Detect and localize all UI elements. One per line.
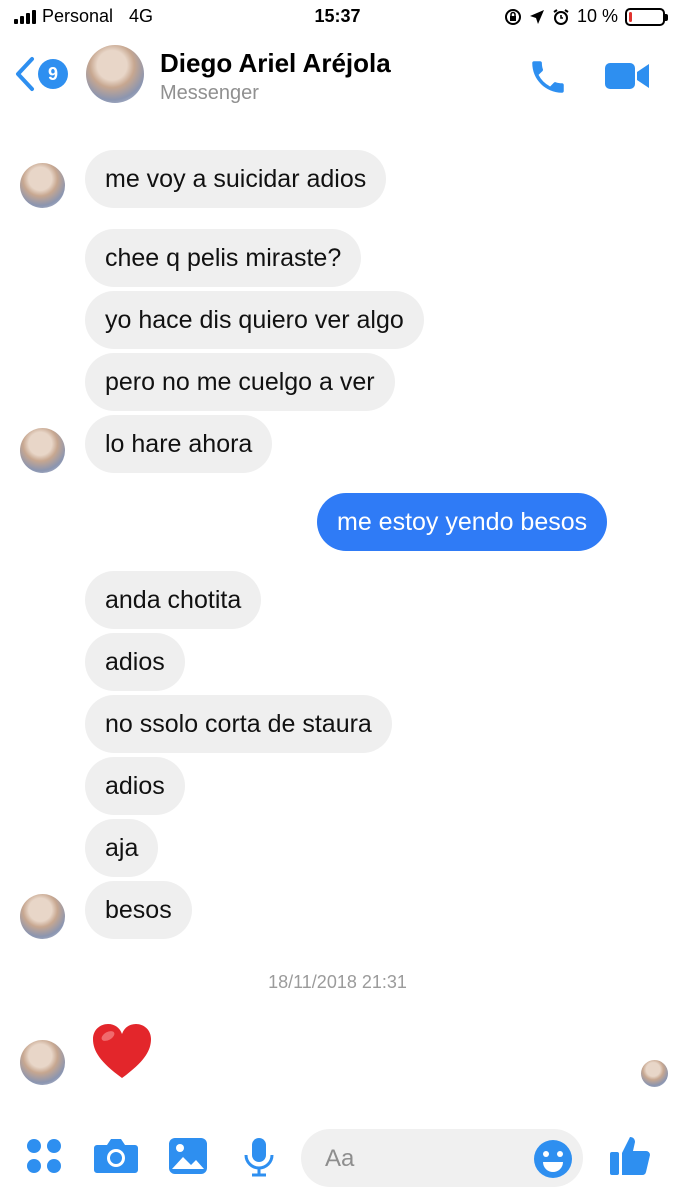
message-input-placeholder: Aa bbox=[325, 1145, 355, 1172]
message-bubble-incoming[interactable]: no ssolo corta de staura bbox=[85, 695, 392, 753]
message-bubble-incoming[interactable]: pero no me cuelgo a ver bbox=[85, 353, 395, 411]
battery-icon bbox=[625, 7, 668, 26]
chat-header: 9 Diego Ariel Aréjola Messenger bbox=[0, 36, 675, 118]
alarm-icon bbox=[553, 8, 569, 25]
sender-avatar bbox=[20, 1040, 65, 1085]
microphone-icon[interactable] bbox=[243, 1137, 275, 1177]
status-right: 10 % bbox=[504, 6, 668, 27]
message-bubble-incoming[interactable]: me voy a suicidar adios bbox=[85, 150, 387, 208]
message-bubble-incoming[interactable]: yo hace dis quiero ver algo bbox=[85, 291, 424, 349]
sender-avatar bbox=[20, 894, 65, 939]
chevron-left-icon bbox=[16, 57, 34, 91]
message-bubble-incoming[interactable]: besos bbox=[85, 881, 192, 939]
message-bubble-incoming[interactable]: adios bbox=[85, 757, 185, 815]
message-bubble-incoming[interactable]: adios bbox=[85, 633, 185, 691]
contact-avatar[interactable] bbox=[86, 45, 144, 103]
unread-badge: 9 bbox=[38, 59, 68, 89]
message-input[interactable]: Aa bbox=[301, 1129, 583, 1187]
message-bubble-incoming[interactable]: aja bbox=[85, 819, 159, 877]
more-icon[interactable] bbox=[25, 1137, 63, 1175]
read-receipt-avatar bbox=[641, 1060, 668, 1087]
heart-icon[interactable] bbox=[90, 1020, 154, 1084]
composer-bar: Aa bbox=[0, 1125, 675, 1200]
emoji-icon[interactable] bbox=[533, 1139, 573, 1179]
message-bubble-incoming[interactable]: lo hare ahora bbox=[85, 415, 273, 473]
sender-avatar bbox=[20, 163, 65, 208]
battery-level bbox=[629, 11, 633, 22]
camera-icon[interactable] bbox=[93, 1137, 139, 1175]
battery-percent: 10 % bbox=[576, 6, 618, 26]
contact-name[interactable]: Diego Ariel Aréjola bbox=[160, 48, 391, 79]
message-timestamp: 18/11/2018 21:31 bbox=[268, 972, 407, 992]
thumbs-up-icon[interactable] bbox=[608, 1133, 652, 1177]
message-bubble-incoming[interactable]: chee q pelis miraste? bbox=[85, 229, 362, 287]
status-bar: Personal 4G 15:37 10 % bbox=[0, 0, 675, 36]
gallery-icon[interactable] bbox=[168, 1137, 208, 1175]
back-button[interactable]: 9 bbox=[14, 56, 68, 92]
contact-subtitle: Messenger bbox=[160, 82, 259, 104]
message-bubble-incoming[interactable]: anda chotita bbox=[85, 571, 262, 629]
orientation-lock-icon bbox=[504, 8, 521, 25]
message-bubble-outgoing[interactable]: me estoy yendo besos bbox=[317, 493, 608, 551]
sender-avatar bbox=[20, 428, 65, 473]
video-call-icon[interactable] bbox=[604, 60, 650, 92]
phone-call-icon[interactable] bbox=[527, 56, 569, 98]
location-icon bbox=[529, 9, 544, 24]
